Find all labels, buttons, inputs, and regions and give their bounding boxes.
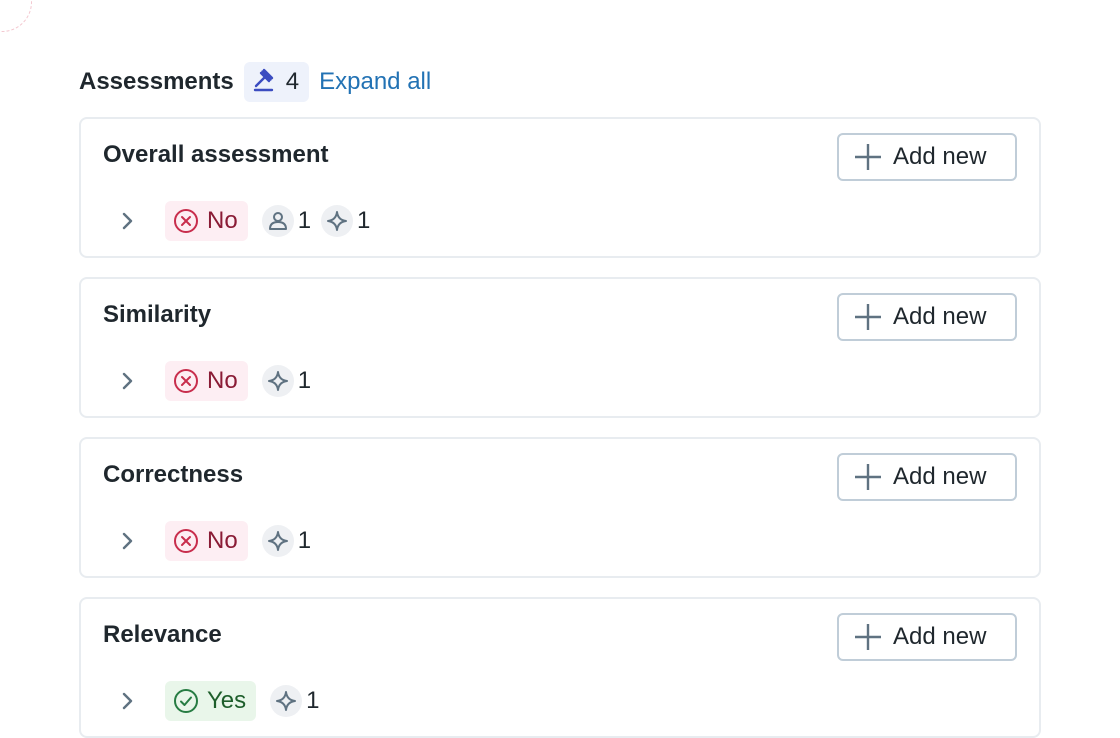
plus-icon	[855, 304, 881, 330]
ai-count: 1	[297, 527, 312, 554]
human-count: 1	[297, 207, 312, 234]
assessment-row: No 1	[117, 521, 311, 561]
add-new-button[interactable]: Add new	[837, 453, 1017, 501]
assessment-row: No 1	[117, 361, 311, 401]
add-new-label: Add new	[893, 143, 987, 170]
verdict-badge: No	[165, 201, 248, 241]
assessments-header: Assessments 4 Expand all	[79, 61, 431, 103]
card-title: Overall assessment	[103, 141, 329, 168]
add-new-label: Add new	[893, 303, 987, 330]
chevron-right-icon[interactable]	[117, 370, 139, 392]
corner-decoration	[0, 0, 32, 32]
add-new-button[interactable]: Add new	[837, 293, 1017, 341]
assessment-card-similarity: Similarity Add new No 1	[79, 277, 1041, 418]
sparkle-icon	[270, 685, 303, 717]
chevron-right-icon[interactable]	[117, 530, 139, 552]
ai-assessment-count: 1	[261, 525, 312, 557]
add-new-label: Add new	[893, 623, 987, 650]
expand-all-link[interactable]: Expand all	[319, 68, 431, 96]
assessment-card-relevance: Relevance Add new Yes 1	[79, 597, 1041, 738]
sparkle-icon	[321, 205, 354, 237]
ai-count: 1	[297, 367, 312, 394]
assessment-count: 4	[285, 68, 300, 95]
assessment-card-correctness: Correctness Add new No 1	[79, 437, 1041, 578]
assessment-row: Yes 1	[117, 681, 320, 721]
add-new-button[interactable]: Add new	[837, 133, 1017, 181]
sparkle-icon	[261, 525, 294, 557]
plus-icon	[855, 464, 881, 490]
verdict-badge: Yes	[165, 681, 257, 721]
plus-icon	[855, 144, 881, 170]
x-circle-icon	[174, 369, 198, 393]
add-new-label: Add new	[893, 463, 987, 490]
ai-count: 1	[306, 687, 320, 714]
verdict-badge: No	[165, 361, 248, 401]
x-circle-icon	[174, 209, 198, 233]
page-title: Assessments	[79, 68, 234, 95]
user-icon	[261, 205, 294, 237]
verdict-label: No	[207, 207, 238, 234]
sparkle-icon	[261, 365, 294, 397]
chevron-right-icon[interactable]	[117, 210, 139, 232]
ai-assessment-count: 1	[321, 205, 370, 237]
verdict-label: No	[207, 367, 238, 394]
ai-assessment-count: 1	[261, 365, 312, 397]
card-title: Similarity	[103, 301, 212, 328]
assessment-row: No 1 1	[117, 201, 370, 241]
check-circle-icon	[174, 689, 198, 713]
verdict-label: Yes	[207, 687, 247, 714]
plus-icon	[855, 624, 881, 650]
card-title: Correctness	[103, 461, 244, 488]
assessment-card-overall: Overall assessment Add new No 1 1	[79, 117, 1041, 258]
x-circle-icon	[174, 529, 198, 553]
chevron-right-icon[interactable]	[117, 690, 139, 712]
verdict-label: No	[207, 527, 238, 554]
ai-assessment-count: 1	[270, 685, 320, 717]
gavel-icon	[252, 67, 278, 98]
verdict-badge: No	[165, 521, 248, 561]
ai-count: 1	[357, 207, 371, 234]
card-title: Relevance	[103, 621, 222, 648]
assessment-count-badge: 4	[243, 62, 310, 102]
human-assessment-count: 1	[261, 205, 312, 237]
add-new-button[interactable]: Add new	[837, 613, 1017, 661]
